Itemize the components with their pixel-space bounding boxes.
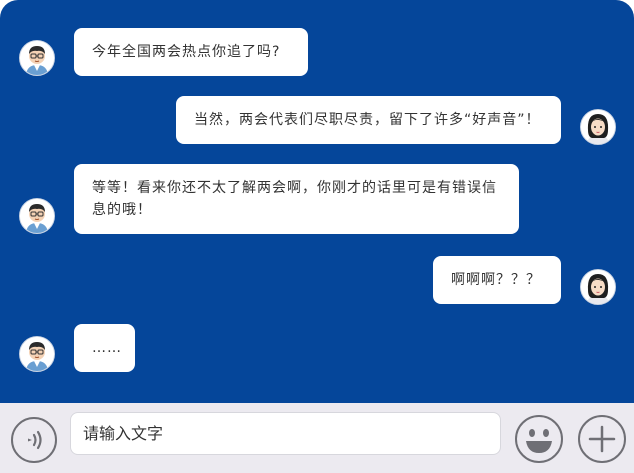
chat-app: 今年全国两会热点你追了吗? 当然，两会代表们尽职尽责，留下了许多“好声音”！ 等… [0, 0, 634, 473]
message-bubble[interactable]: 当然，两会代表们尽职尽责，留下了许多“好声音”！ [176, 96, 561, 144]
avatar-female[interactable] [580, 109, 616, 145]
message-text: 啊啊啊？？？ [451, 272, 541, 288]
message-text: 当然，两会代表们尽职尽责，留下了许多“好声音”！ [194, 112, 541, 128]
avatar-male[interactable] [19, 198, 55, 234]
message-text: 等等！看来你还不太了解两会啊，你刚才的话里可是有错误信息的哦！ [92, 180, 497, 218]
message-text: …… [92, 340, 122, 356]
emoji-icon [526, 429, 552, 453]
chat-area: 今年全国两会热点你追了吗? 当然，两会代表们尽职尽责，留下了许多“好声音”！ 等… [0, 0, 634, 403]
input-toolbar [0, 403, 634, 473]
avatar-female[interactable] [580, 269, 616, 305]
message-bubble[interactable]: 今年全国两会热点你追了吗? [74, 28, 308, 76]
male-avatar-icon [20, 199, 54, 233]
voice-button[interactable] [11, 417, 57, 463]
plus-button[interactable] [578, 415, 626, 463]
voice-icon [28, 430, 42, 450]
female-avatar-icon [581, 270, 615, 304]
male-avatar-icon [20, 337, 54, 371]
avatar-male[interactable] [19, 40, 55, 76]
message-bubble[interactable]: 啊啊啊？？？ [433, 256, 561, 304]
message-text: 今年全国两会热点你追了吗? [92, 44, 281, 60]
message-bubble[interactable]: …… [74, 324, 135, 372]
male-avatar-icon [20, 41, 54, 75]
message-bubble[interactable]: 等等！看来你还不太了解两会啊，你刚才的话里可是有错误信息的哦！ [74, 164, 519, 234]
female-avatar-icon [581, 110, 615, 144]
avatar-male[interactable] [19, 336, 55, 372]
plus-icon [588, 425, 616, 453]
message-input[interactable] [70, 412, 501, 455]
emoji-button[interactable] [515, 415, 563, 463]
